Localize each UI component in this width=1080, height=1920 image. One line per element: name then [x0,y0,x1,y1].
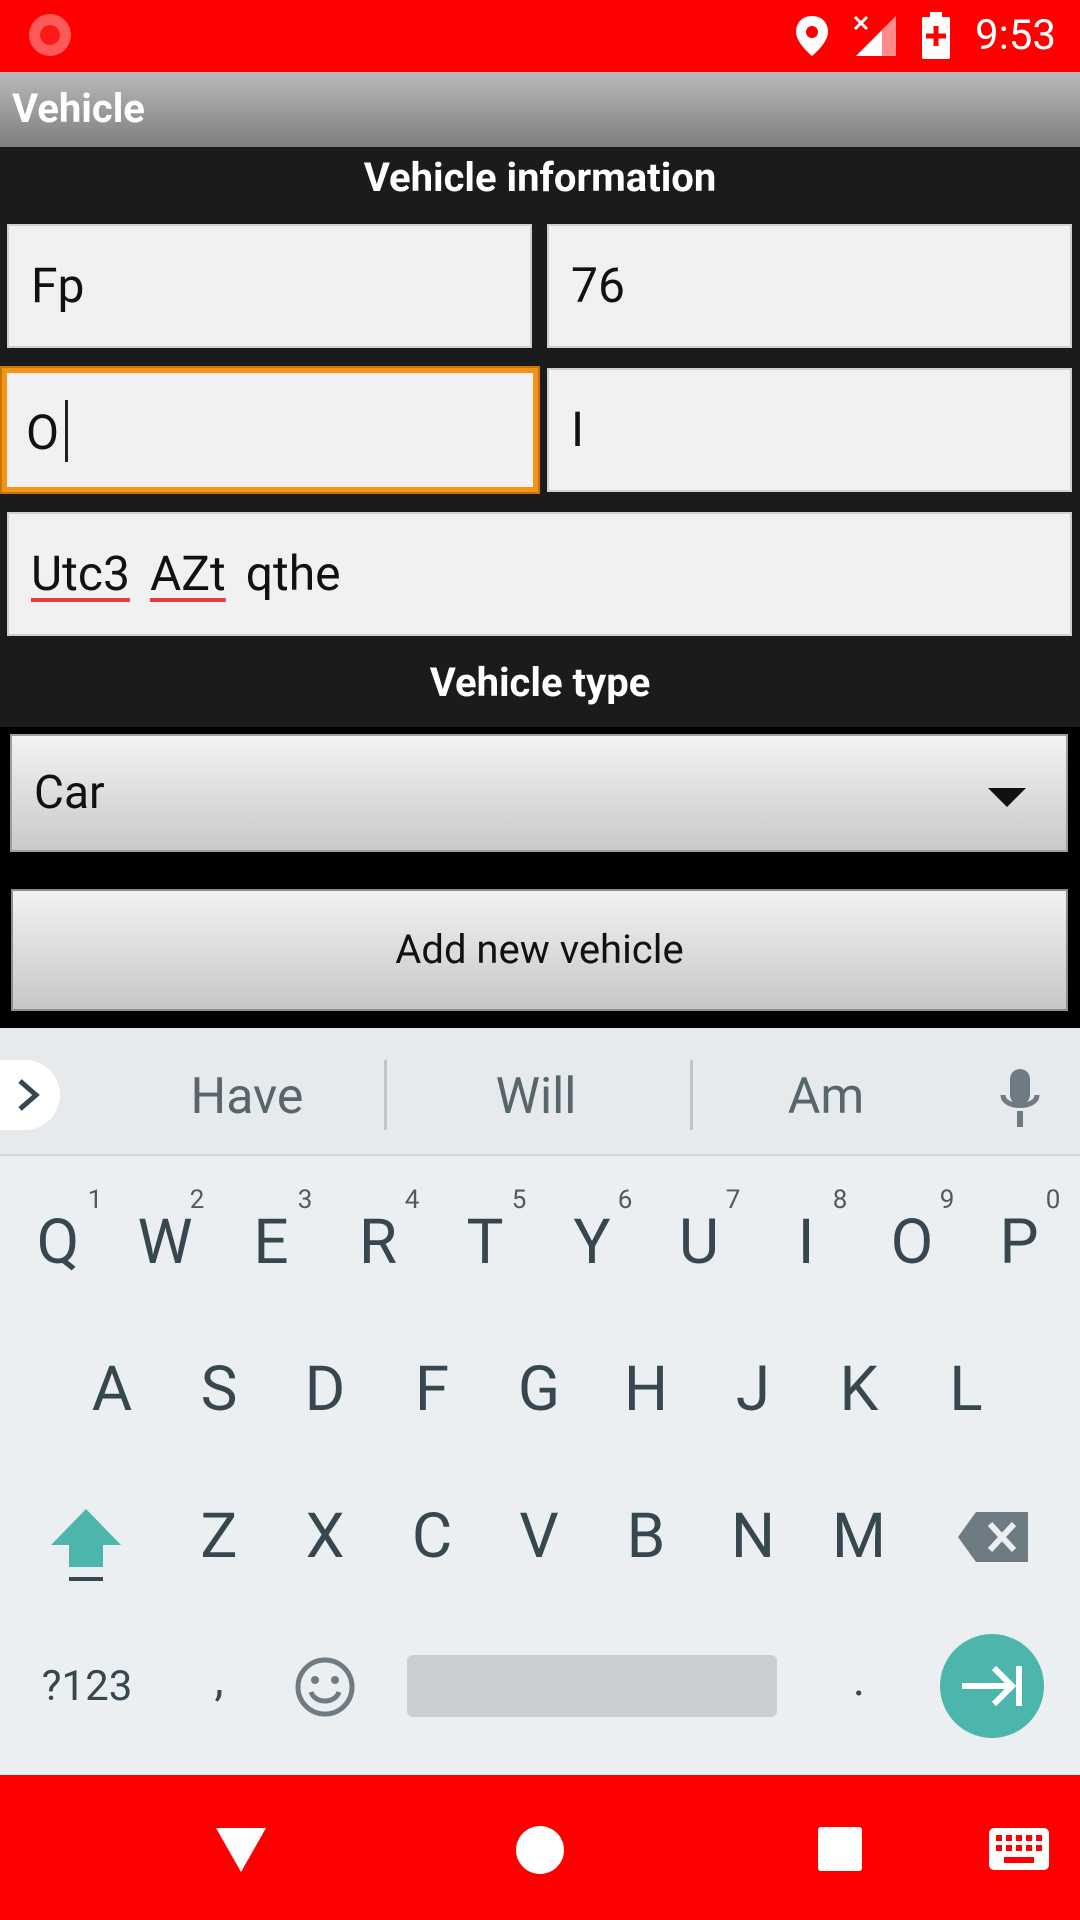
backspace-icon[interactable] [956,1510,1030,1564]
key-l[interactable]: L [916,1340,1016,1440]
emoji-icon[interactable] [294,1656,356,1718]
shift-icon[interactable] [47,1507,125,1583]
vehicle-type-dropdown[interactable]: Car [10,734,1068,852]
key-j[interactable]: J [703,1340,803,1440]
suggestion-3[interactable]: Am [726,1062,926,1132]
key-c[interactable]: C [382,1487,482,1587]
suggestion-divider [690,1060,693,1130]
misspelled-word: Utc3 [31,545,130,602]
key-s[interactable]: S [169,1340,269,1440]
key-hint: 0 [1045,1185,1061,1215]
add-new-vehicle-button[interactable]: Add new vehicle [11,889,1068,1011]
key-hint: 2 [189,1185,205,1215]
vehicle-information-header: Vehicle information [0,147,1080,219]
key-v[interactable]: V [489,1487,589,1587]
key-hint: 7 [725,1185,741,1215]
vehicle-field-1[interactable]: Fp [7,224,532,348]
key-hint: 3 [297,1185,313,1215]
keyboard-icon[interactable] [988,1827,1050,1871]
location-icon [796,16,828,56]
suggestion-2[interactable]: Will [436,1062,636,1132]
action-bar: Vehicle [0,72,1080,147]
key-h[interactable]: H [596,1340,696,1440]
key-hint: 6 [617,1185,633,1215]
key-d[interactable]: D [275,1340,375,1440]
misspelled-word: AZt [149,545,226,602]
key-hint: 5 [511,1185,527,1215]
key-n[interactable]: N [703,1487,803,1587]
key-comma[interactable]: , [169,1630,269,1730]
record-icon [29,14,71,56]
symbols-key[interactable]: ?123 [22,1637,152,1737]
enter-icon [962,1665,1022,1707]
space-bar[interactable] [407,1655,777,1717]
dropdown-arrow-icon [988,788,1026,807]
key-z[interactable]: Z [169,1487,269,1587]
vehicle-field-3-text: O [26,404,60,461]
suggestion-1[interactable]: Have [147,1062,347,1132]
key-hint: 8 [832,1185,848,1215]
mic-icon[interactable] [998,1067,1042,1129]
signal-icon [853,15,896,56]
key-period[interactable]: . [809,1630,909,1730]
recents-icon[interactable] [817,1826,863,1872]
word: qthe [245,545,341,602]
enter-key[interactable] [940,1634,1044,1738]
home-icon[interactable] [514,1824,566,1876]
vehicle-field-3[interactable]: O [2,368,538,492]
suggestion-divider [384,1060,387,1130]
key-k[interactable]: K [809,1340,909,1440]
key-a[interactable]: A [62,1340,162,1440]
key-m[interactable]: M [809,1487,909,1587]
key-hint: 4 [404,1185,420,1215]
battery-icon [922,12,950,59]
key-b[interactable]: B [596,1487,696,1587]
status-time: 9:53 [975,11,1056,60]
key-x[interactable]: X [275,1487,375,1587]
status-bar [0,0,1080,72]
vehicle-type-header: Vehicle type [0,655,1080,727]
vehicle-field-5[interactable]: Utc3 AZt qthe [7,512,1072,636]
back-icon[interactable] [214,1826,268,1874]
vehicle-type-selected: Car [34,766,105,820]
key-g[interactable]: G [489,1340,589,1440]
app-title: Vehicle [12,85,145,132]
key-hint: 1 [87,1185,103,1215]
vehicle-field-4[interactable]: I [547,368,1072,492]
vehicle-field-2[interactable]: 76 [547,224,1072,348]
key-f[interactable]: F [382,1340,482,1440]
key-hint: 9 [939,1185,955,1215]
